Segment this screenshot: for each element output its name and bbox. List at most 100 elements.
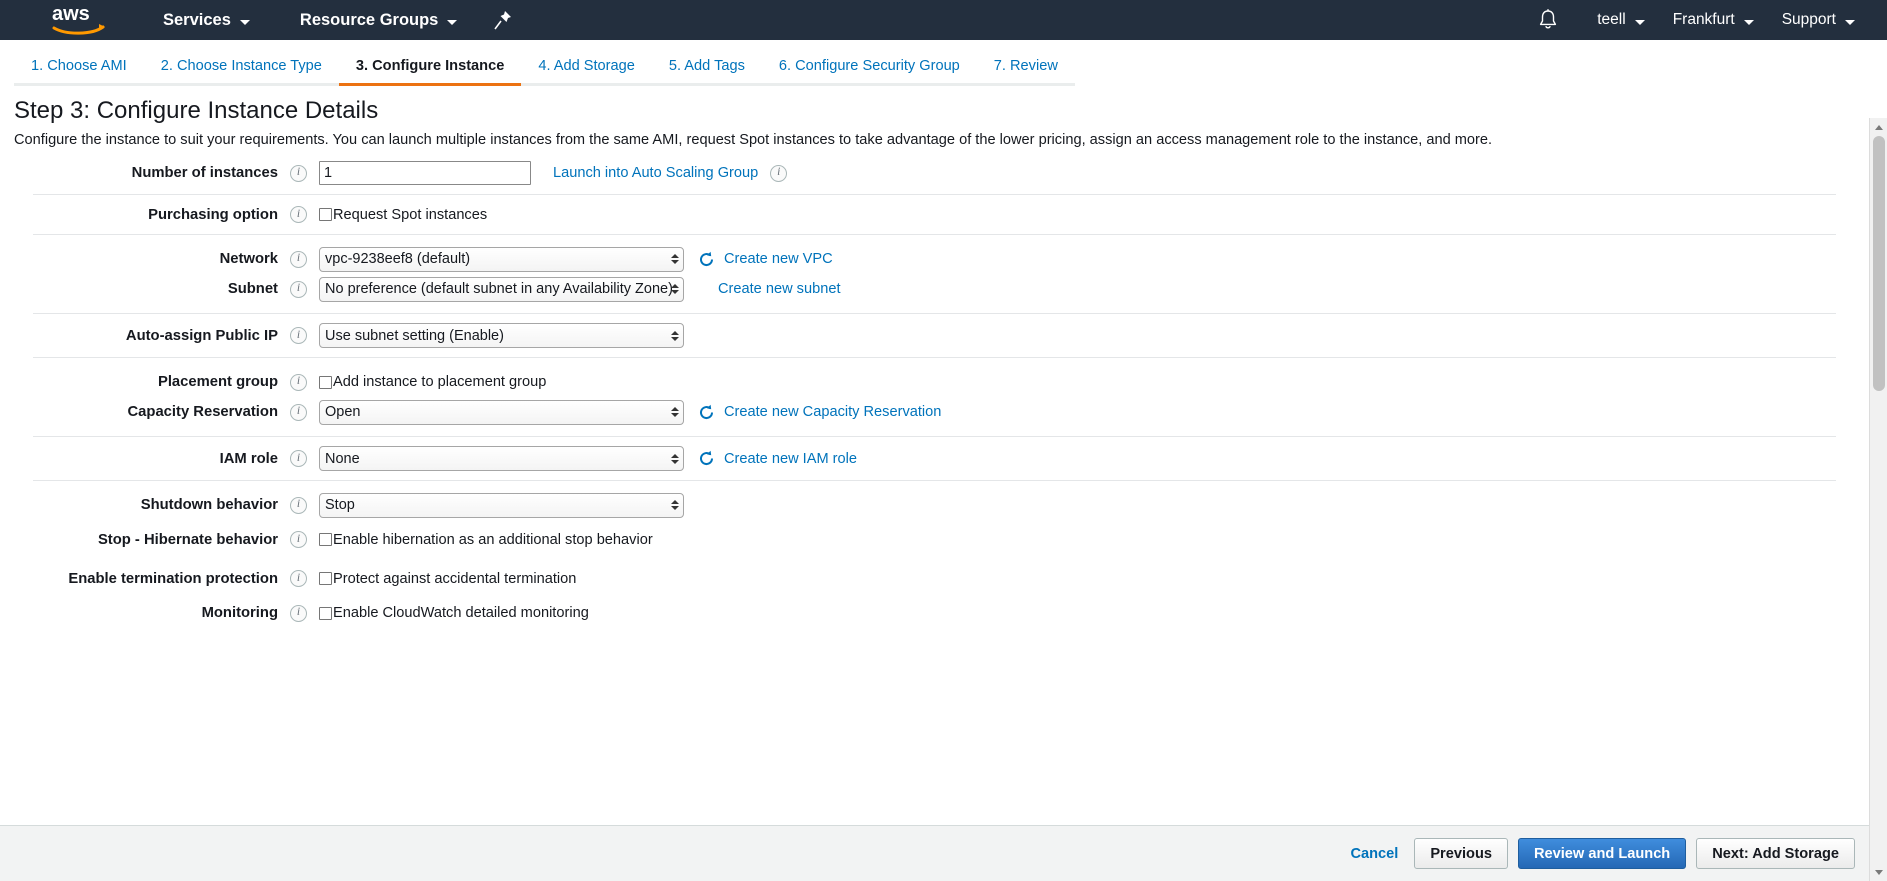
refresh-icon[interactable]: [698, 251, 715, 268]
wizard-step-1[interactable]: 1. Choose AMI: [14, 40, 144, 86]
iam-role-value: None: [325, 451, 360, 467]
wizard-step-4[interactable]: 4. Add Storage: [521, 40, 652, 86]
capacity-reservation-value: Open: [325, 404, 360, 420]
label-purchasing-option: Purchasing option: [33, 207, 278, 223]
wizard-step-3-underline: [339, 83, 521, 86]
label-placement-group: Placement group: [33, 374, 278, 390]
page-header: Step 3: Configure Instance Details Confi…: [14, 96, 1814, 150]
cloudwatch-monitoring-label: Enable CloudWatch detailed monitoring: [333, 605, 589, 621]
info-icon[interactable]: i: [290, 327, 307, 344]
label-number-of-instances: Number of instances: [33, 165, 278, 181]
nav-resource-groups[interactable]: Resource Groups: [289, 0, 468, 40]
wizard-step-2-label: 2. Choose Instance Type: [144, 58, 339, 83]
wizard-step-2[interactable]: 2. Choose Instance Type: [144, 40, 339, 86]
termination-protection-checkbox[interactable]: [319, 572, 332, 585]
aws-logo[interactable]: aws: [52, 4, 106, 36]
capacity-reservation-select[interactable]: Open: [319, 400, 684, 425]
wizard-step-6[interactable]: 6. Configure Security Group: [762, 40, 977, 86]
wizard-step-5[interactable]: 5. Add Tags: [652, 40, 762, 86]
create-new-iam-role-link[interactable]: Create new IAM role: [724, 451, 857, 467]
info-icon[interactable]: i: [290, 450, 307, 467]
create-new-vpc-link[interactable]: Create new VPC: [724, 251, 833, 267]
request-spot-instances-checkbox[interactable]: [319, 208, 332, 221]
info-icon[interactable]: i: [290, 374, 307, 391]
nav-support-menu[interactable]: Support: [1768, 0, 1869, 40]
label-network: Network: [33, 251, 278, 267]
pin-icon[interactable]: [494, 10, 512, 30]
chevron-down-icon: [1845, 20, 1855, 25]
iam-role-select[interactable]: None: [319, 446, 684, 471]
wizard-step-1-underline: [14, 83, 144, 86]
page-title: Step 3: Configure Instance Details: [14, 96, 1814, 126]
nav-region-menu[interactable]: Frankfurt: [1659, 0, 1768, 40]
termination-protection-label: Protect against accidental termination: [333, 571, 576, 587]
shutdown-behavior-select[interactable]: Stop: [319, 493, 684, 518]
enable-hibernation-label: Enable hibernation as an additional stop…: [333, 532, 653, 548]
create-new-subnet-link[interactable]: Create new subnet: [718, 281, 841, 297]
request-spot-instances-label: Request Spot instances: [333, 207, 487, 223]
row-network: Network i vpc-9238eef8 (default) Create …: [33, 235, 1836, 274]
cancel-button[interactable]: Cancel: [1350, 846, 1398, 862]
scroll-down-arrow-icon[interactable]: [1870, 863, 1887, 881]
spinner-arrows-icon: [671, 500, 679, 510]
next-add-storage-button[interactable]: Next: Add Storage: [1696, 838, 1855, 869]
info-icon[interactable]: i: [290, 570, 307, 587]
row-hibernate-behavior: Stop - Hibernate behavior i Enable hiber…: [33, 520, 1836, 559]
row-purchasing-option: Purchasing option i Request Spot instanc…: [33, 195, 1836, 234]
info-icon[interactable]: i: [290, 605, 307, 622]
nav-region-label: Frankfurt: [1673, 11, 1735, 29]
add-instance-to-placement-group-checkbox[interactable]: [319, 376, 332, 389]
cloudwatch-monitoring-checkbox[interactable]: [319, 607, 332, 620]
network-select-value: vpc-9238eef8 (default): [325, 251, 470, 267]
top-nav-right-group: teell Frankfurt Support: [1537, 0, 1887, 40]
nav-services[interactable]: Services: [152, 0, 261, 40]
info-icon[interactable]: i: [290, 281, 307, 298]
row-shutdown-behavior: Shutdown behavior i Stop: [33, 481, 1836, 520]
auto-assign-public-ip-select[interactable]: Use subnet setting (Enable): [319, 323, 684, 348]
label-monitoring: Monitoring: [33, 605, 278, 621]
info-icon[interactable]: i: [290, 165, 307, 182]
info-icon[interactable]: i: [770, 165, 787, 182]
network-select[interactable]: vpc-9238eef8 (default): [319, 247, 684, 272]
label-iam-role: IAM role: [33, 451, 278, 467]
scrollbar-thumb[interactable]: [1873, 136, 1885, 391]
wizard-step-7[interactable]: 7. Review: [977, 40, 1075, 86]
info-icon[interactable]: i: [290, 531, 307, 548]
enable-hibernation-checkbox[interactable]: [319, 533, 332, 546]
spinner-arrows-icon: [671, 407, 679, 417]
row-monitoring: Monitoring i Enable CloudWatch detailed …: [33, 598, 1836, 637]
top-navigation-bar: aws Services Resource Groups teell: [0, 0, 1887, 40]
nav-resource-groups-label: Resource Groups: [300, 11, 438, 30]
info-icon[interactable]: i: [290, 497, 307, 514]
info-icon[interactable]: i: [290, 206, 307, 223]
svg-text:aws: aws: [52, 4, 90, 25]
nav-account-menu[interactable]: teell: [1583, 0, 1658, 40]
configure-instance-form: Number of instances i Launch into Auto S…: [0, 152, 1869, 832]
wizard-step-3[interactable]: 3. Configure Instance: [339, 40, 521, 86]
scroll-up-arrow-icon[interactable]: [1870, 118, 1887, 136]
add-instance-to-placement-group-label: Add instance to placement group: [333, 374, 546, 390]
form-group-instances: Number of instances i Launch into Auto S…: [33, 152, 1836, 195]
wizard-step-5-underline: [652, 83, 762, 86]
number-of-instances-input[interactable]: [319, 161, 531, 185]
info-icon[interactable]: i: [290, 404, 307, 421]
bell-icon[interactable]: [1537, 8, 1559, 32]
previous-button[interactable]: Previous: [1414, 838, 1508, 869]
label-capacity-reservation: Capacity Reservation: [33, 404, 278, 420]
launch-into-auto-scaling-group-link[interactable]: Launch into Auto Scaling Group: [553, 165, 758, 181]
review-and-launch-button[interactable]: Review and Launch: [1518, 838, 1686, 869]
create-new-capacity-reservation-link[interactable]: Create new Capacity Reservation: [724, 404, 941, 420]
form-group-network: Network i vpc-9238eef8 (default) Create …: [33, 235, 1836, 314]
wizard-step-1-label: 1. Choose AMI: [14, 58, 144, 83]
subnet-select[interactable]: No preference (default subnet in any Ava…: [319, 277, 684, 302]
refresh-icon[interactable]: [698, 450, 715, 467]
wizard-step-7-underline: [977, 83, 1075, 86]
info-icon[interactable]: i: [290, 251, 307, 268]
row-subnet: Subnet i No preference (default subnet i…: [33, 274, 1836, 313]
chevron-down-icon: [447, 20, 457, 25]
form-group-iam: IAM role i None Create new IAM role: [33, 437, 1836, 481]
refresh-icon[interactable]: [698, 404, 715, 421]
wizard-step-6-label: 6. Configure Security Group: [762, 58, 977, 83]
wizard-step-4-label: 4. Add Storage: [521, 58, 652, 83]
page-scrollbar[interactable]: [1869, 118, 1887, 881]
